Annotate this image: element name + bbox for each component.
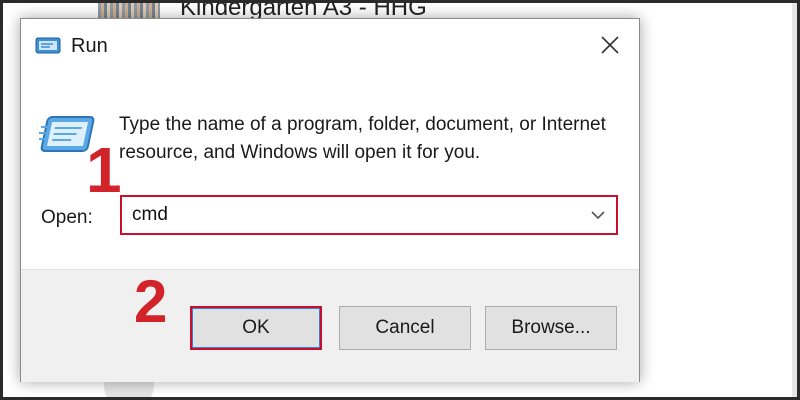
dialog-title: Run [71,35,108,57]
dialog-description: Type the name of a program, folder, docu… [119,114,606,163]
browse-button[interactable]: Browse... [485,306,617,350]
step-number-2: 2 [134,268,168,335]
ok-button[interactable]: OK [190,306,322,350]
close-icon [600,31,620,61]
chevron-down-icon[interactable] [588,205,608,225]
open-input[interactable] [122,197,616,233]
close-button[interactable] [593,29,627,63]
open-label: Open: [41,207,93,228]
cancel-button[interactable]: Cancel [339,306,471,350]
dialog-footer: OK Cancel Browse... [21,269,639,382]
title-bar: Run [21,19,639,75]
step-number-1: 1 [86,134,122,206]
background-scrollbar [792,0,800,400]
run-icon [35,36,63,56]
open-combobox[interactable] [120,195,618,235]
